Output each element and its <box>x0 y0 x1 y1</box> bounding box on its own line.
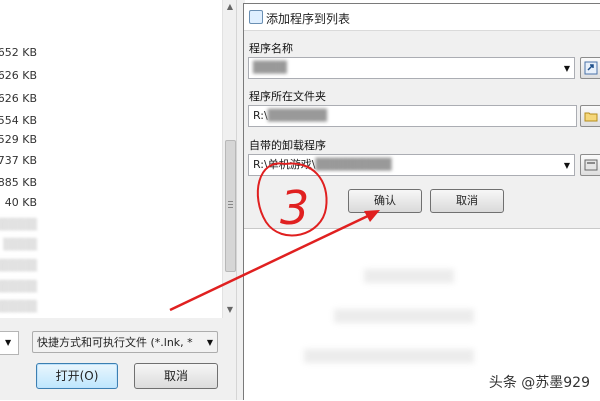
app-icon <box>249 10 263 24</box>
confirm-button[interactable]: 确认 <box>348 189 422 213</box>
blurred-row: ▒▒▒▒▒ <box>0 300 37 313</box>
title-bar[interactable]: 添加程序到列表 <box>244 4 600 31</box>
blurred-content <box>304 349 474 363</box>
vertical-scrollbar[interactable]: ▲ ▼ <box>222 0 237 318</box>
file-size: 626 KB <box>0 92 37 105</box>
blurred-row: ▒▒▒▒▒ <box>0 218 37 231</box>
program-name-label: 程序名称 <box>249 42 293 55</box>
watermark: 头条 @苏墨929 <box>488 375 590 391</box>
file-open-dialog: 652 KB 626 KB 626 KB 554 KB 529 KB 737 K… <box>0 0 244 400</box>
file-browse-icon <box>584 159 598 171</box>
filename-dropdown[interactable]: ▼ <box>0 331 19 355</box>
dialog-title: 添加程序到列表 <box>266 12 351 26</box>
chevron-down-icon[interactable]: ▼ <box>564 162 570 170</box>
folder-icon <box>584 112 598 122</box>
blurred-value: ████ <box>253 61 287 74</box>
program-name-input[interactable]: ████ ▼ <box>248 57 575 79</box>
browse-uninstaller-button[interactable] <box>580 154 600 176</box>
file-type-value: 快捷方式和可执行文件 (*.lnk, * <box>37 336 193 349</box>
file-type-select[interactable]: 快捷方式和可执行文件 (*.lnk, * ▼ <box>32 331 218 353</box>
uninstaller-input[interactable]: R:\单机游戏\█████████ ▼ <box>248 154 575 176</box>
add-program-dialog: 添加程序到列表 程序名称 ████ ▼ 程序所在文件夹 R:\███████ 自… <box>243 3 600 401</box>
file-size: 737 KB <box>0 154 37 167</box>
blurred-content <box>334 309 474 323</box>
program-folder-value: R:\ <box>253 109 268 122</box>
file-size: 554 KB <box>0 114 37 127</box>
select-program-button[interactable] <box>580 57 600 79</box>
scroll-down-icon[interactable]: ▼ <box>225 305 235 314</box>
uninstaller-value: R:\单机游戏\ <box>253 158 316 171</box>
file-size: 529 KB <box>0 133 37 146</box>
scroll-up-icon[interactable]: ▲ <box>225 2 235 11</box>
chevron-down-icon: ▼ <box>5 338 12 347</box>
chevron-down-icon: ▼ <box>206 338 213 347</box>
uninstaller-label: 自带的卸载程序 <box>249 139 326 152</box>
chevron-down-icon[interactable]: ▼ <box>564 65 570 73</box>
blurred-row: ▒▒▒▒ <box>3 238 37 251</box>
shortcut-icon <box>584 61 598 75</box>
cancel-button[interactable]: 取消 <box>430 189 504 213</box>
open-button[interactable]: 打开(O) <box>36 363 118 389</box>
file-size: 40 KB <box>4 196 37 209</box>
cancel-button[interactable]: 取消 <box>134 363 218 389</box>
browse-folder-button[interactable] <box>580 105 600 127</box>
file-size: 652 KB <box>0 46 37 59</box>
file-list[interactable]: 652 KB 626 KB 626 KB 554 KB 529 KB 737 K… <box>0 0 222 318</box>
scrollbar-thumb[interactable] <box>225 140 236 272</box>
program-folder-label: 程序所在文件夹 <box>249 90 326 103</box>
blurred-value: ███████ <box>267 109 327 122</box>
blurred-row: ▒▒▒▒▒ <box>0 259 37 272</box>
blurred-value: █████████ <box>315 158 392 171</box>
program-folder-input[interactable]: R:\███████ <box>248 105 577 127</box>
blurred-row: ▒▒▒▒▒ <box>0 280 37 293</box>
file-size: 626 KB <box>0 69 37 82</box>
file-size: 885 KB <box>0 176 37 189</box>
blurred-content <box>364 269 454 283</box>
